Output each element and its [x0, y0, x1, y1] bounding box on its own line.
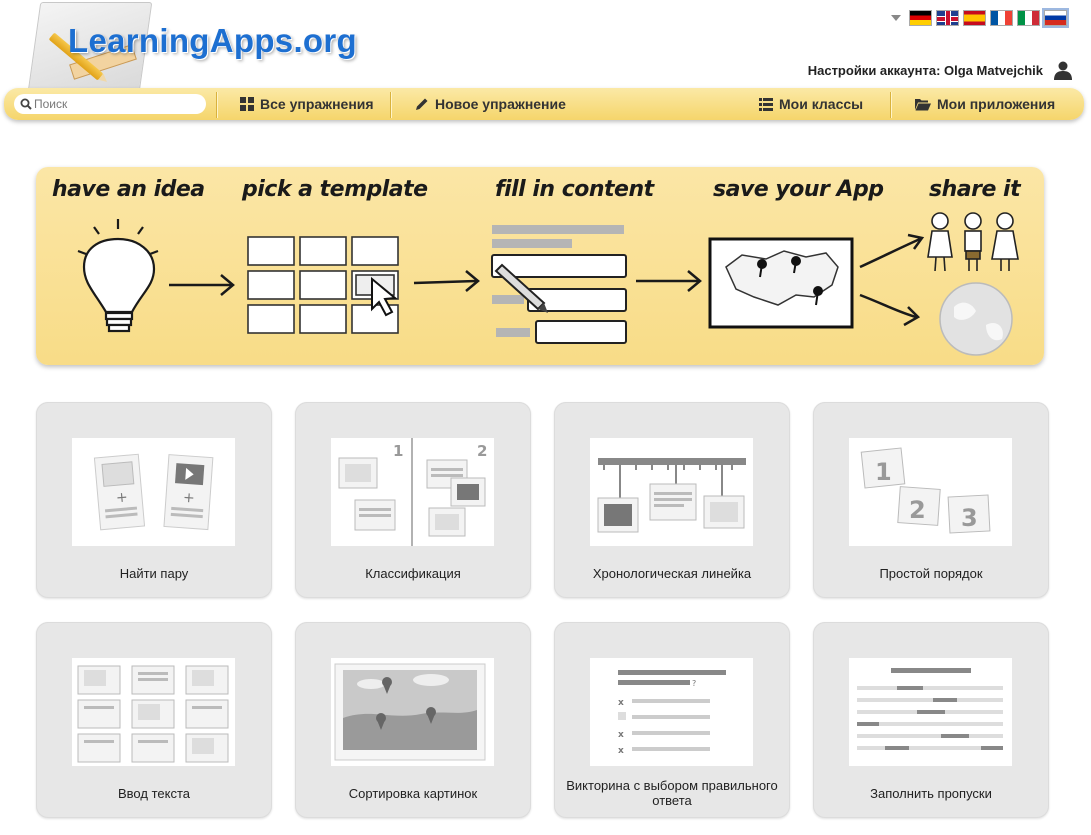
- search-icon: [20, 98, 32, 110]
- matching-pairs-thumbnail: + +: [72, 438, 235, 546]
- arrow-icon: [636, 270, 702, 292]
- globe-icon: [939, 282, 1013, 356]
- map-graphic: [708, 237, 854, 329]
- quiz-thumbnail: ? x x x: [590, 658, 753, 766]
- svg-text:x: x: [618, 730, 624, 740]
- template-card-label: Сортировка картинок: [348, 785, 478, 801]
- nav-divider: [890, 92, 891, 118]
- flag-de-icon[interactable]: [909, 10, 932, 26]
- lightbulb-icon: [77, 219, 159, 333]
- nav-all-exercises[interactable]: Все упражнения: [240, 88, 374, 120]
- svg-text:?: ?: [692, 679, 696, 688]
- nav-new-exercise[interactable]: Новое упражнение: [415, 88, 566, 120]
- nav-my-classes[interactable]: Мои классы: [759, 88, 863, 120]
- template-card[interactable]: 1 2 Классификация: [295, 402, 531, 598]
- text-input-thumbnail: [72, 658, 235, 766]
- nav-my-apps-label: Мои приложения: [937, 96, 1056, 112]
- arrow-icon: [859, 293, 921, 327]
- template-card-label: Викторина с выбором правильного ответа: [566, 778, 778, 808]
- language-selector: [891, 8, 1069, 28]
- template-card-label: Ввод текста: [118, 785, 190, 801]
- flag-it-icon[interactable]: [1017, 10, 1040, 26]
- template-card[interactable]: Хронологическая линейка: [554, 402, 790, 598]
- svg-text:+: +: [115, 489, 128, 506]
- search-input[interactable]: [32, 96, 196, 112]
- image-sorting-thumbnail: [331, 658, 494, 766]
- chevron-down-icon[interactable]: [891, 15, 901, 21]
- search-box[interactable]: [14, 94, 206, 114]
- simple-order-thumbnail: 1 2 3: [849, 438, 1012, 546]
- template-card[interactable]: Ввод текста: [36, 622, 272, 818]
- arrow-icon: [859, 233, 925, 269]
- svg-text:x: x: [618, 746, 624, 756]
- svg-text:2: 2: [477, 442, 487, 460]
- folder-icon: [915, 98, 931, 110]
- template-card[interactable]: ? x x x Викторина с выбором правильного …: [554, 622, 790, 818]
- template-card[interactable]: Сортировка картинок: [295, 622, 531, 818]
- logo[interactable]: LearningApps.org: [14, 0, 374, 92]
- arrow-icon: [169, 274, 235, 296]
- flag-fr-icon[interactable]: [990, 10, 1013, 26]
- flag-en-icon[interactable]: [936, 10, 959, 26]
- arrow-icon: [413, 270, 480, 292]
- template-card[interactable]: Заполнить пропуски: [813, 622, 1049, 818]
- pencil-icon: [416, 98, 428, 110]
- svg-text:+: +: [182, 490, 195, 507]
- how-it-works-banner: have an idea pick a template fill in con…: [36, 167, 1044, 365]
- flag-es-icon[interactable]: [963, 10, 986, 26]
- template-card[interactable]: + + Найти пару: [36, 402, 272, 598]
- flag-ru-icon[interactable]: [1042, 8, 1069, 28]
- classification-thumbnail: 1 2: [331, 438, 494, 546]
- svg-text:2: 2: [909, 496, 926, 524]
- account-label[interactable]: Настройки аккаунта: Olga Matvejchik: [808, 63, 1043, 78]
- list-icon: [759, 97, 773, 111]
- account-settings[interactable]: Настройки аккаунта: Olga Matvejchik: [808, 60, 1073, 80]
- nav-divider: [216, 92, 217, 118]
- main-nav: Все упражнения Новое упражнение Мои клас…: [4, 88, 1084, 120]
- svg-text:3: 3: [961, 504, 978, 532]
- fill-gaps-thumbnail: [849, 658, 1012, 766]
- nav-new-exercise-label: Новое упражнение: [435, 96, 566, 112]
- nav-divider: [390, 92, 391, 118]
- nav-my-classes-label: Мои классы: [779, 96, 864, 112]
- svg-text:x: x: [618, 698, 624, 708]
- template-card-label: Простой порядок: [879, 565, 983, 581]
- nav-all-exercises-label: Все упражнения: [260, 96, 374, 112]
- form-graphic: [491, 225, 627, 344]
- template-card[interactable]: 1 2 3 Простой порядок: [813, 402, 1049, 598]
- logo-text: LearningApps.org: [68, 22, 357, 59]
- svg-text:1: 1: [875, 458, 892, 486]
- template-card-label: Найти пару: [119, 565, 189, 581]
- timeline-thumbnail: [590, 438, 753, 546]
- people-icon: [927, 212, 1019, 272]
- template-card-label: Хронологическая линейка: [592, 565, 752, 581]
- user-icon[interactable]: [1053, 60, 1073, 80]
- nav-my-apps[interactable]: Мои приложения: [915, 88, 1055, 120]
- grid-icon: [240, 97, 254, 111]
- template-card-label: Заполнить пропуски: [870, 785, 992, 801]
- template-card-label: Классификация: [365, 565, 461, 581]
- svg-text:1: 1: [393, 442, 403, 460]
- banner-illustration: [77, 212, 1019, 356]
